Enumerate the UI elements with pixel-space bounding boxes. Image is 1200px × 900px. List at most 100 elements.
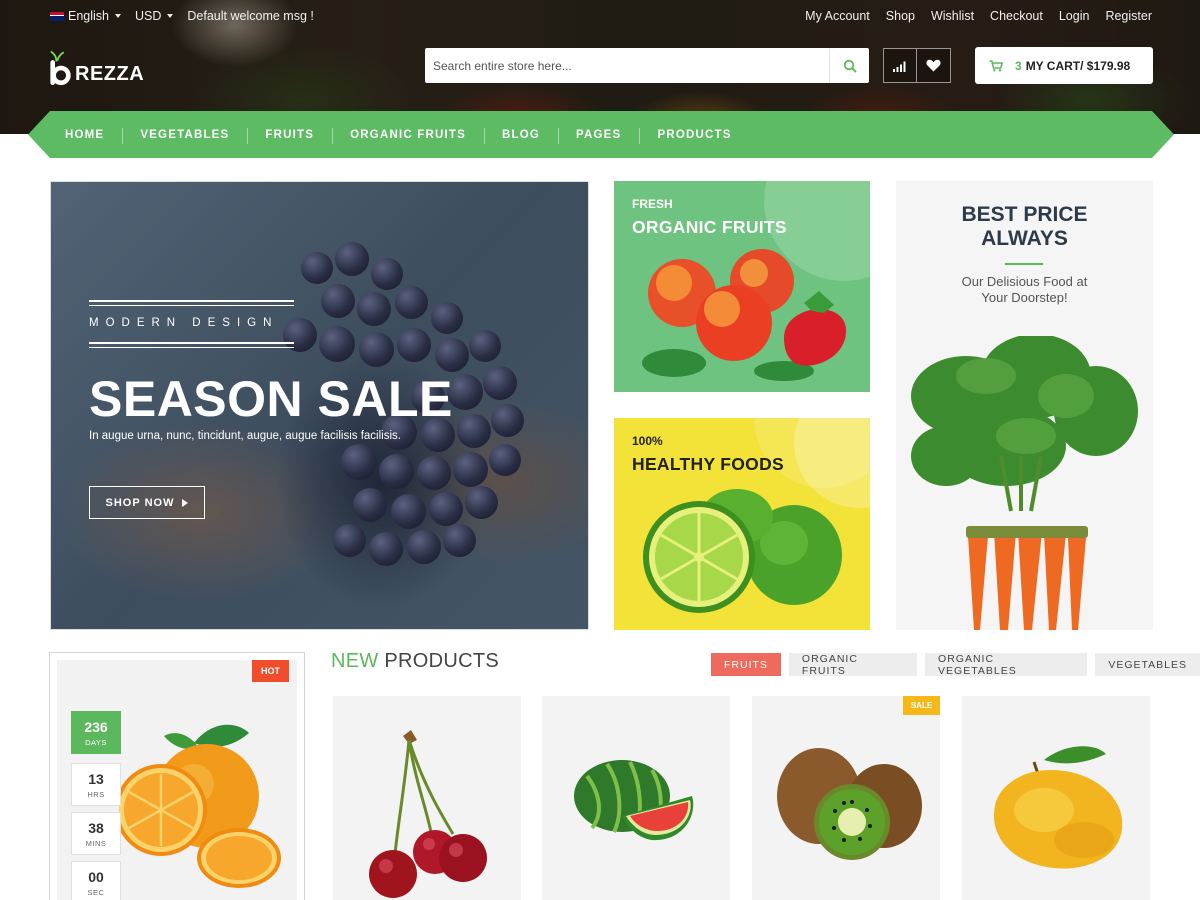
grape-image — [443, 524, 476, 557]
shop-link[interactable]: Shop — [886, 9, 915, 23]
currency-selector[interactable]: USD — [135, 9, 174, 23]
grape-image — [391, 494, 426, 529]
countdown-hours: 13 HRS — [71, 763, 121, 806]
grape-image — [469, 330, 501, 362]
product-card-mango[interactable] — [962, 696, 1150, 900]
grape-image — [407, 530, 441, 564]
grape-image — [371, 258, 403, 290]
countdown-minutes: 38 MINS — [71, 812, 121, 855]
grape-image — [333, 524, 366, 557]
search-icon — [843, 59, 856, 72]
hero-divider — [89, 347, 294, 348]
nav-organic-fruits[interactable]: ORGANIC FRUITS — [332, 129, 484, 141]
grape-image — [417, 456, 451, 490]
signal-icon — [893, 61, 906, 72]
promo-kicker: FRESH — [632, 197, 673, 211]
watermelon-image — [574, 760, 694, 841]
nav-fruits[interactable]: FRUITS — [247, 129, 332, 141]
search-button[interactable] — [829, 48, 869, 83]
nav-blog[interactable]: BLOG — [484, 129, 558, 141]
search-input[interactable] — [425, 48, 829, 83]
grape-image — [301, 252, 333, 284]
uk-flag-icon — [50, 11, 64, 21]
caret-down-icon — [167, 14, 174, 18]
nav-vegetables[interactable]: VEGETABLES — [122, 129, 247, 141]
countdown-label: MINS — [85, 838, 107, 848]
tab-organic-vegetables[interactable]: ORGANIC VEGETABLES — [925, 653, 1088, 677]
countdown-value: 13 — [88, 770, 104, 787]
promo-description: Our Delisious Food at Your Doorstep! — [961, 274, 1088, 305]
language-label: English — [68, 9, 109, 23]
countdown-seconds: 00 SEC — [71, 861, 121, 900]
countdown-days: 236 DAYS — [71, 711, 121, 754]
search-bar — [425, 48, 869, 83]
wishlist-button[interactable] — [917, 48, 951, 83]
account-links: My Account Shop Wishlist Checkout Login … — [805, 9, 1152, 23]
countdown-value: 236 — [84, 718, 108, 735]
promo-healthy-foods[interactable]: 100% HEALTHY FOODS — [614, 418, 870, 630]
hero-divider — [89, 305, 294, 306]
deal-product-image-area: HOT 236 DAYS 13 HRS 38 MINS 00 SEC — [57, 660, 297, 900]
checkout-link[interactable]: Checkout — [990, 9, 1043, 23]
heart-icon — [926, 59, 941, 72]
logo-b-icon — [50, 50, 71, 86]
wishlist-link[interactable]: Wishlist — [931, 9, 974, 23]
promo-kicker: 100% — [632, 434, 663, 448]
login-link[interactable]: Login — [1059, 9, 1090, 23]
countdown-value: 00 — [88, 868, 104, 885]
hot-badge: HOT — [252, 660, 289, 682]
grape-image — [465, 486, 498, 519]
promo-title: HEALTHY FOODS — [632, 454, 785, 474]
register-link[interactable]: Register — [1105, 9, 1152, 23]
fruit-image — [642, 249, 847, 381]
top-bar-left: English USD Default welcome msg ! — [50, 9, 314, 23]
product-card-cherry[interactable] — [333, 696, 521, 900]
tab-vegetables[interactable]: VEGETABLES — [1095, 653, 1200, 676]
deal-product-card[interactable]: HOT 236 DAYS 13 HRS 38 MINS 00 SEC — [49, 652, 305, 900]
hero-banner[interactable]: MODERN DESIGN SEASON SALE In augue urna,… — [50, 181, 589, 630]
product-card-kiwi[interactable]: SALE — [752, 696, 940, 900]
grape-image — [457, 414, 491, 448]
promo-organic-fruits[interactable]: FRESH ORGANIC FRUITS — [614, 181, 870, 392]
carrot-image — [911, 336, 1138, 630]
hero-title: SEASON SALE — [89, 371, 453, 427]
grape-image — [453, 452, 488, 487]
product-card-watermelon[interactable] — [542, 696, 730, 900]
nav-products[interactable]: PRODUCTS — [639, 129, 749, 141]
nav-pages[interactable]: PAGES — [558, 129, 639, 141]
promo-best-price[interactable]: BEST PRICE ALWAYS Our Delisious Food at … — [896, 181, 1153, 630]
promo-divider — [1005, 263, 1043, 265]
chevron-right-icon — [182, 498, 189, 507]
welcome-message: Default welcome msg ! — [187, 9, 314, 23]
language-selector[interactable]: English — [50, 9, 121, 23]
nav-home[interactable]: HOME — [47, 129, 122, 141]
mango-image — [994, 746, 1123, 869]
countdown-label: SEC — [87, 887, 105, 897]
header-icons — [883, 48, 951, 83]
logo[interactable]: REZZA — [49, 49, 144, 87]
cart-icon — [989, 59, 1003, 71]
grape-image — [369, 532, 403, 566]
my-account-link[interactable]: My Account — [805, 9, 870, 23]
logo-text: REZZA — [75, 62, 145, 85]
grape-image — [489, 444, 521, 476]
decor-circle — [754, 418, 870, 488]
product-filter-tabs: FRUITS ORGANIC FRUITS ORGANIC VEGETABLES… — [711, 653, 1200, 677]
grape-image — [483, 366, 517, 400]
compare-button[interactable] — [883, 48, 917, 83]
grape-image — [379, 454, 414, 489]
shop-now-button[interactable]: SHOP NOW — [89, 486, 205, 519]
grape-image — [353, 488, 387, 522]
grape-image — [341, 444, 377, 480]
promo-title: BEST PRICE ALWAYS — [961, 203, 1088, 250]
hero-subtitle: MODERN DESIGN — [89, 317, 279, 329]
cherry-image — [369, 730, 487, 898]
cart-button[interactable]: 3 MY CART/ $179.98 — [975, 47, 1153, 84]
tab-fruits[interactable]: FRUITS — [711, 653, 781, 676]
tab-organic-fruits[interactable]: ORGANIC FRUITS — [788, 653, 918, 677]
grape-image — [335, 242, 369, 276]
cart-count: 3 — [1015, 58, 1022, 73]
grape-image — [429, 492, 463, 526]
kiwi-image — [777, 748, 922, 860]
title-rest: PRODUCTS — [384, 650, 500, 672]
